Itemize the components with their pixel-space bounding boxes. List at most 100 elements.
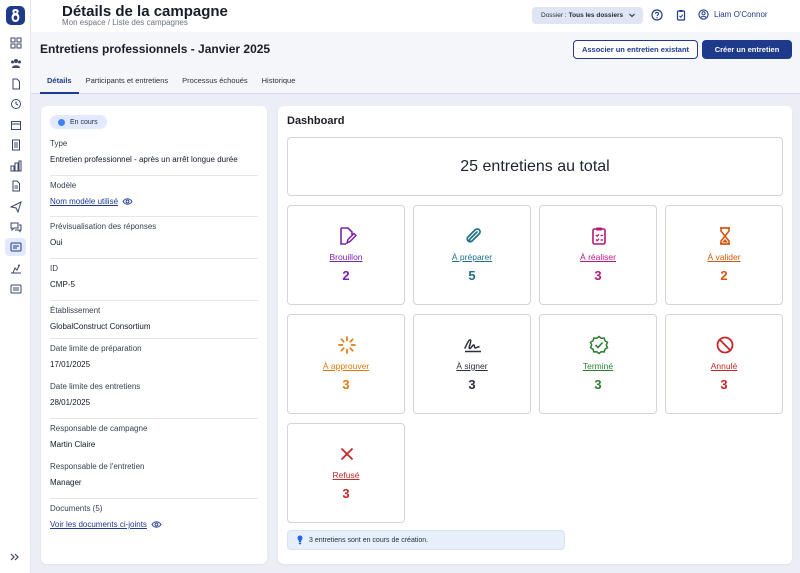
stat-refuse[interactable]: Refusé 3 [287, 423, 405, 523]
stat-label[interactable]: À réaliser [540, 252, 656, 262]
field-value: GlobalConstruct Consortium [50, 322, 151, 331]
field-label: Modèle [50, 181, 77, 190]
info-text: 3 entretiens sont en cours de création. [309, 536, 429, 544]
info-banner: 3 entretiens sont en cours de création. [287, 530, 565, 550]
document-icon[interactable] [9, 77, 22, 90]
dashboard-grid-icon[interactable] [9, 36, 22, 49]
stat-count: 3 [594, 377, 602, 392]
documents-link[interactable]: Voir les documents ci-joints [50, 520, 162, 529]
field-interview-deadline: Date limite des entretiens 28/01/2025 [50, 382, 258, 407]
field-label: Responsable de campagne [50, 424, 148, 433]
breadcrumb[interactable]: Mon espace / Liste des campagnes [62, 18, 188, 27]
clipboard-check-icon [592, 227, 606, 245]
users-icon[interactable] [9, 56, 22, 69]
user-menu[interactable]: Liam O'Connor [698, 9, 768, 20]
field-value: Oui [50, 238, 63, 247]
field-id: ID CMP-5 [50, 264, 258, 289]
stat-a-valider[interactable]: À valider 2 [665, 205, 783, 305]
lightbulb-icon [297, 535, 303, 545]
expand-sidebar-icon[interactable] [9, 550, 22, 563]
dossier-select[interactable]: Dossier : Tous les dossiers [532, 7, 643, 24]
stat-termine[interactable]: Terminé 3 [539, 314, 657, 414]
stat-a-realiser[interactable]: À réaliser 3 [539, 205, 657, 305]
eye-icon[interactable] [151, 520, 162, 529]
training-icon[interactable] [9, 262, 22, 275]
create-interview-button[interactable]: Créer un entretien [702, 40, 792, 59]
stat-count: 3 [720, 377, 728, 392]
divider [50, 300, 258, 301]
clock-icon[interactable] [9, 97, 22, 110]
field-value: 17/01/2025 [50, 360, 91, 369]
calendar-icon[interactable] [9, 118, 22, 131]
paperclip-icon [466, 228, 481, 243]
divider [50, 258, 258, 259]
documents-link-text: Voir les documents ci-joints [50, 520, 147, 529]
field-value: Martin Claire [50, 440, 96, 449]
organization-icon[interactable] [9, 159, 22, 172]
chat-icon[interactable] [9, 220, 22, 233]
tab-failed-processes[interactable]: Processus échoués [175, 70, 254, 94]
stat-label[interactable]: À signer [414, 361, 530, 371]
campaign-title: Entretiens professionnels - Janvier 2025 [40, 42, 271, 56]
left-nav-rail [0, 0, 31, 573]
field-documents: Documents (5) Voir les documents ci-join… [50, 504, 258, 532]
status-badge: En cours [50, 115, 107, 129]
stat-a-preparer[interactable]: À préparer 5 [413, 205, 531, 305]
file-icon[interactable] [9, 179, 22, 192]
dashboard-card: Dashboard 25 entretiens au total Brouill… [278, 106, 792, 564]
model-link[interactable]: Nom modèle utilisé [50, 197, 133, 206]
stat-label[interactable]: À valider [666, 252, 782, 262]
field-value: Manager [50, 478, 82, 487]
stat-label[interactable]: Annulé [666, 361, 782, 371]
field-interview-manager: Responsable de l'entretien Manager [50, 462, 258, 487]
field-etablissement: Établissement GlobalConstruct Consortium [50, 306, 258, 331]
user-name: Liam O'Connor [714, 10, 768, 19]
field-prep-deadline: Date limite de préparation 17/01/2025 [50, 344, 258, 369]
spinner-icon [338, 336, 356, 354]
dossier-prefix: Dossier : [541, 12, 567, 19]
field-campaign-manager: Responsable de campagne Martin Claire [50, 424, 258, 449]
stat-count: 3 [468, 377, 476, 392]
stat-count: 5 [468, 268, 476, 283]
campaigns-icon[interactable] [5, 238, 26, 256]
tab-participants[interactable]: Participants et entretiens [79, 70, 176, 94]
field-label: Prévisualisation des réponses [50, 222, 157, 231]
dossier-value: Tous les dossiers [568, 12, 624, 19]
stat-label[interactable]: Brouillon [288, 252, 404, 262]
field-label: Documents (5) [50, 504, 103, 513]
status-dot-icon [58, 118, 65, 126]
send-icon[interactable] [9, 200, 22, 213]
field-label: Responsable de l'entretien [50, 462, 145, 471]
stat-a-approuver[interactable]: À approuver 3 [287, 314, 405, 414]
stat-label[interactable]: À approuver [288, 361, 404, 371]
id-card-icon[interactable] [9, 282, 22, 295]
model-link-text: Nom modèle utilisé [50, 197, 119, 206]
stat-count: 2 [720, 268, 728, 283]
tab-details[interactable]: Détails [40, 70, 79, 94]
campaign-header: Entretiens professionnels - Janvier 2025… [31, 32, 800, 94]
field-type: Type Entretien professionnel - après un … [50, 139, 258, 164]
field-label: Type [50, 139, 68, 148]
list-document-icon[interactable] [9, 138, 22, 151]
app-logo[interactable] [6, 6, 25, 25]
field-label: Date limite des entretiens [50, 382, 141, 391]
stat-annule[interactable]: Annulé 3 [665, 314, 783, 414]
eye-icon[interactable] [122, 197, 133, 206]
field-preview: Prévisualisation des réponses Oui [50, 222, 258, 247]
associate-interview-button[interactable]: Associer un entretien existant [573, 40, 698, 59]
cancel-icon [716, 336, 734, 354]
stat-count: 3 [594, 268, 602, 283]
field-label: Date limite de préparation [50, 344, 142, 353]
clipboard-icon[interactable] [675, 9, 687, 21]
stat-label[interactable]: Terminé [540, 361, 656, 371]
field-value: Entretien professionnel - après un arrêt… [50, 155, 238, 164]
stat-a-signer[interactable]: À signer 3 [413, 314, 531, 414]
field-value: CMP-5 [50, 280, 75, 289]
stat-brouillon[interactable]: Brouillon 2 [287, 205, 405, 305]
user-circle-icon [698, 9, 709, 20]
help-icon[interactable] [651, 9, 663, 21]
stat-label[interactable]: Refusé [288, 470, 404, 480]
tab-history[interactable]: Historique [255, 70, 303, 94]
field-label: Établissement [50, 306, 101, 315]
stat-label[interactable]: À préparer [414, 252, 530, 262]
